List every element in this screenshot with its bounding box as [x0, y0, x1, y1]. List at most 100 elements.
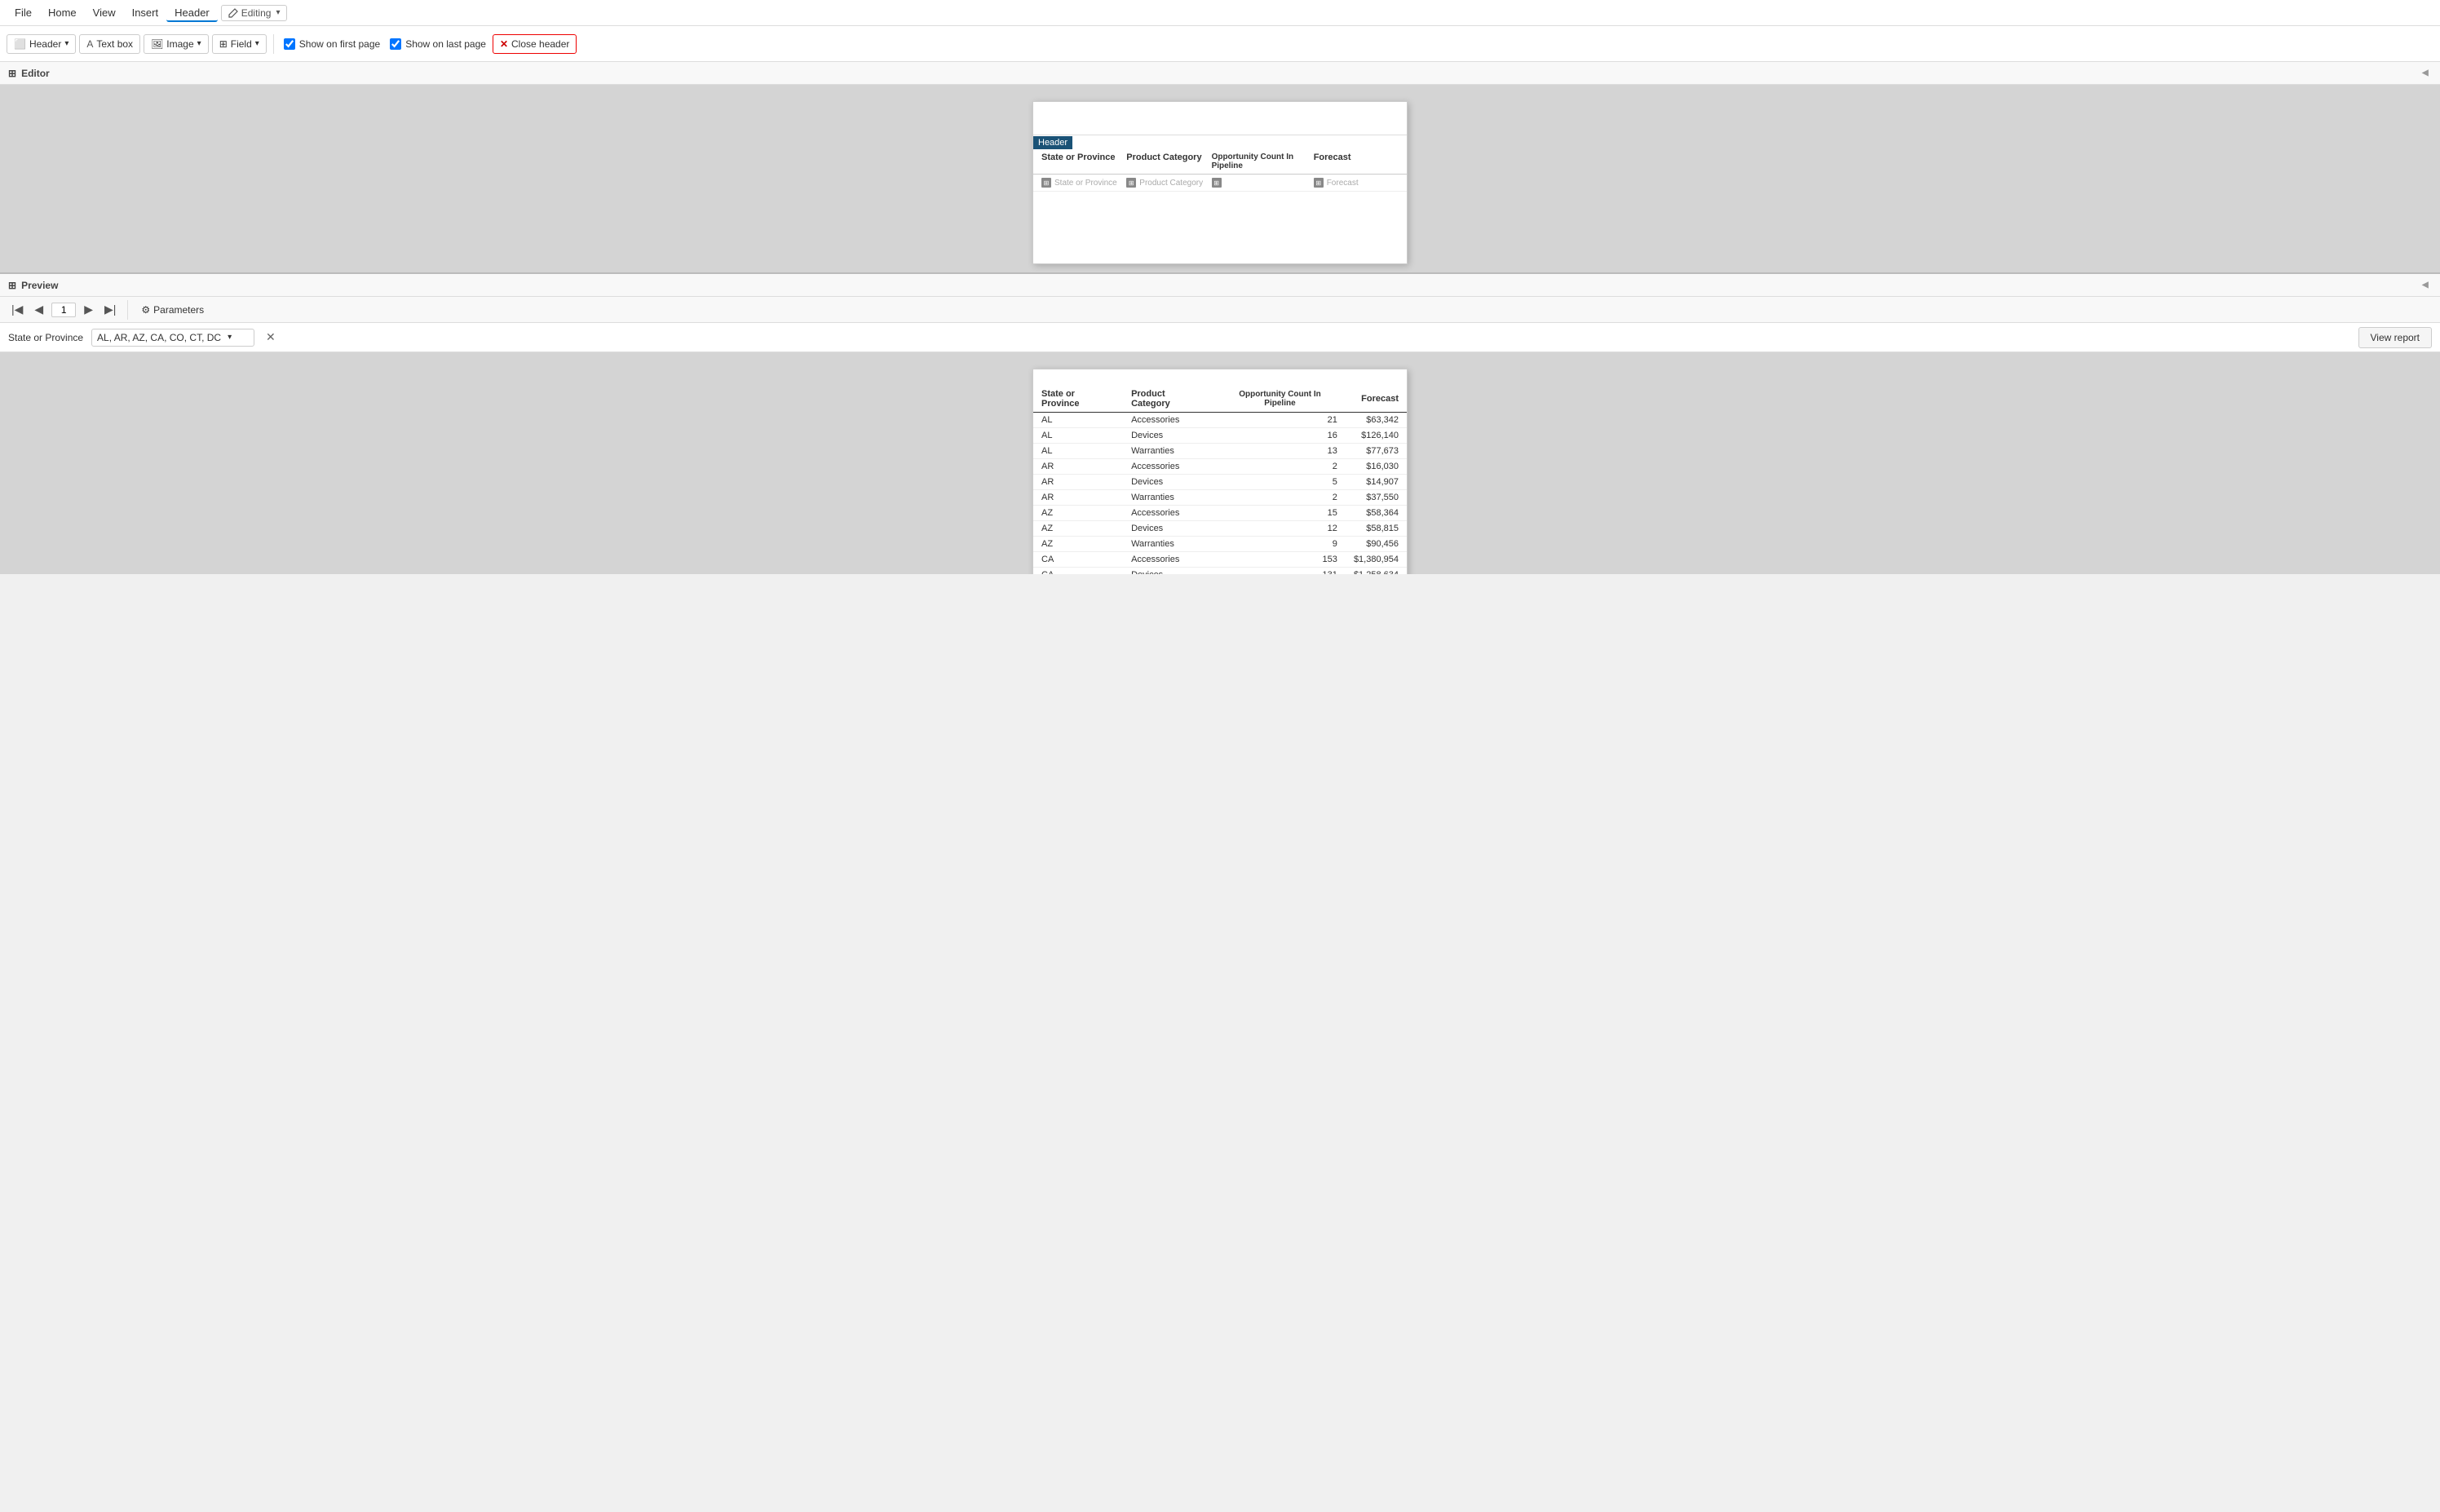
- table-cell: AR: [1033, 475, 1123, 490]
- prev-page-button[interactable]: ◀: [31, 301, 46, 318]
- table-cell: $16,030: [1346, 459, 1407, 475]
- table-row: ARAccessories2$16,030: [1033, 459, 1407, 475]
- table-cell: 2: [1214, 459, 1346, 475]
- placeholder-opportunity: ⊞: [1212, 178, 1314, 188]
- table-cell: $1,380,954: [1346, 552, 1407, 568]
- table-cell: $58,815: [1346, 521, 1407, 537]
- state-province-dropdown-icon: ▾: [228, 333, 232, 342]
- placeholder-forecast-text: Forecast: [1327, 179, 1359, 188]
- editor-title: Editor: [21, 68, 50, 79]
- table-cell: Devices: [1123, 428, 1214, 444]
- menu-bar: File Home View Insert Header Editing ▾: [0, 0, 2440, 26]
- close-header-x-icon: ✕: [500, 38, 508, 50]
- editing-badge[interactable]: Editing ▾: [221, 5, 288, 21]
- parameters-label: Parameters: [153, 304, 204, 316]
- forecast-field-icon: ⊞: [1314, 178, 1324, 188]
- col-product: Product Category: [1126, 153, 1211, 170]
- table-cell: Devices: [1123, 521, 1214, 537]
- table-cell: Warranties: [1123, 490, 1214, 506]
- image-btn-label: Image: [166, 38, 193, 50]
- table-cell: Warranties: [1123, 537, 1214, 552]
- page-number-input[interactable]: 1: [51, 303, 76, 317]
- header-btn-label: Header: [29, 38, 61, 50]
- table-row: CAAccessories153$1,380,954: [1033, 552, 1407, 568]
- preview-title: Preview: [21, 280, 58, 291]
- view-report-button[interactable]: View report: [2358, 327, 2432, 348]
- table-cell: Accessories: [1123, 552, 1214, 568]
- image-icon: 🖼: [151, 38, 163, 50]
- page-bottom-margin: [1033, 192, 1407, 257]
- table-row: ALDevices16$126,140: [1033, 428, 1407, 444]
- col-state: State or Province: [1041, 153, 1126, 170]
- header-label: Header: [1033, 135, 1407, 149]
- menu-header[interactable]: Header: [166, 3, 218, 22]
- first-page-button[interactable]: |◀: [8, 301, 26, 318]
- table-row: ALWarranties13$77,673: [1033, 444, 1407, 459]
- table-cell: AZ: [1033, 506, 1123, 521]
- params-clear-button[interactable]: ✕: [263, 330, 279, 344]
- table-row: ARDevices5$14,907: [1033, 475, 1407, 490]
- textbox-button[interactable]: A Text box: [79, 34, 140, 54]
- edit-icon: [228, 8, 238, 18]
- table-row: CADevices131$1,258,634: [1033, 568, 1407, 575]
- state-province-value: AL, AR, AZ, CA, CO, CT, DC: [97, 332, 221, 343]
- table-cell: 15: [1214, 506, 1346, 521]
- preview-section: ⊞ Preview ◀ |◀ ◀ 1 ▶ ▶| ⚙ Parameters Sta…: [0, 272, 2440, 574]
- editor-collapse-handle[interactable]: ◀: [2422, 69, 2432, 77]
- editing-dropdown-icon: ▾: [276, 8, 280, 17]
- show-first-page-input[interactable]: [284, 38, 295, 50]
- header-dropdown-icon: ▾: [64, 39, 69, 48]
- table-cell: CA: [1033, 552, 1123, 568]
- header-section[interactable]: Header State or Province Product Categor…: [1033, 135, 1407, 192]
- image-button[interactable]: 🖼 Image ▾: [144, 34, 209, 54]
- toolbar-separator-1: [273, 34, 274, 54]
- show-first-page-label: Show on first page: [299, 38, 380, 50]
- menu-insert[interactable]: Insert: [124, 3, 167, 22]
- editor-section-header: ⊞ Editor ◀: [0, 62, 2440, 85]
- th-state: State or Province: [1033, 386, 1123, 413]
- table-cell: AZ: [1033, 537, 1123, 552]
- table-cell: 131: [1214, 568, 1346, 575]
- state-province-param-label: State or Province: [8, 332, 83, 343]
- placeholder-state: ⊞ State or Province: [1041, 178, 1126, 188]
- field-button[interactable]: ⊞ Field ▾: [212, 34, 267, 54]
- placeholder-product: ⊞ Product Category: [1126, 178, 1211, 188]
- show-on-first-page-checkbox[interactable]: Show on first page: [281, 37, 383, 51]
- next-page-button[interactable]: ▶: [81, 301, 96, 318]
- table-cell: CA: [1033, 568, 1123, 575]
- header-icon: ⬜: [14, 38, 26, 50]
- header-button[interactable]: ⬜ Header ▾: [7, 34, 76, 54]
- header-label-text: Header: [1033, 136, 1072, 149]
- toolbar: ⬜ Header ▾ A Text box 🖼 Image ▾ ⊞ Field …: [0, 26, 2440, 62]
- table-cell: 21: [1214, 413, 1346, 428]
- table-cell: 153: [1214, 552, 1346, 568]
- image-dropdown-icon: ▾: [197, 39, 201, 48]
- table-cell: $63,342: [1346, 413, 1407, 428]
- th-opportunity: Opportunity Count In Pipeline: [1214, 386, 1346, 413]
- preview-section-header: ⊞ Preview ◀: [0, 274, 2440, 297]
- page-canvas: Header State or Province Product Categor…: [1032, 101, 1408, 264]
- table-row: ALAccessories21$63,342: [1033, 413, 1407, 428]
- last-page-button[interactable]: ▶|: [101, 301, 119, 318]
- parameters-button[interactable]: ⚙ Parameters: [136, 303, 209, 317]
- page-top-margin: [1033, 102, 1407, 135]
- params-bar: State or Province AL, AR, AZ, CA, CO, CT…: [0, 323, 2440, 352]
- menu-view[interactable]: View: [85, 3, 124, 22]
- opportunity-field-icon: ⊞: [1212, 178, 1222, 188]
- editing-label: Editing: [241, 7, 272, 19]
- table-cell: $1,258,634: [1346, 568, 1407, 575]
- menu-home[interactable]: Home: [40, 3, 85, 22]
- table-cell: 12: [1214, 521, 1346, 537]
- preview-collapse-handle[interactable]: ◀: [2422, 281, 2432, 290]
- table-cell: AZ: [1033, 521, 1123, 537]
- close-header-button[interactable]: ✕ Close header: [493, 34, 577, 54]
- field-dropdown-icon: ▾: [255, 39, 259, 48]
- menu-file[interactable]: File: [7, 3, 40, 22]
- show-last-page-input[interactable]: [390, 38, 401, 50]
- state-province-select[interactable]: AL, AR, AZ, CA, CO, CT, DC ▾: [91, 329, 254, 347]
- show-on-last-page-checkbox[interactable]: Show on last page: [387, 37, 489, 51]
- field-btn-label: Field: [231, 38, 252, 50]
- state-field-icon: ⊞: [1041, 178, 1051, 188]
- table-cell: Warranties: [1123, 444, 1214, 459]
- table-cell: AL: [1033, 428, 1123, 444]
